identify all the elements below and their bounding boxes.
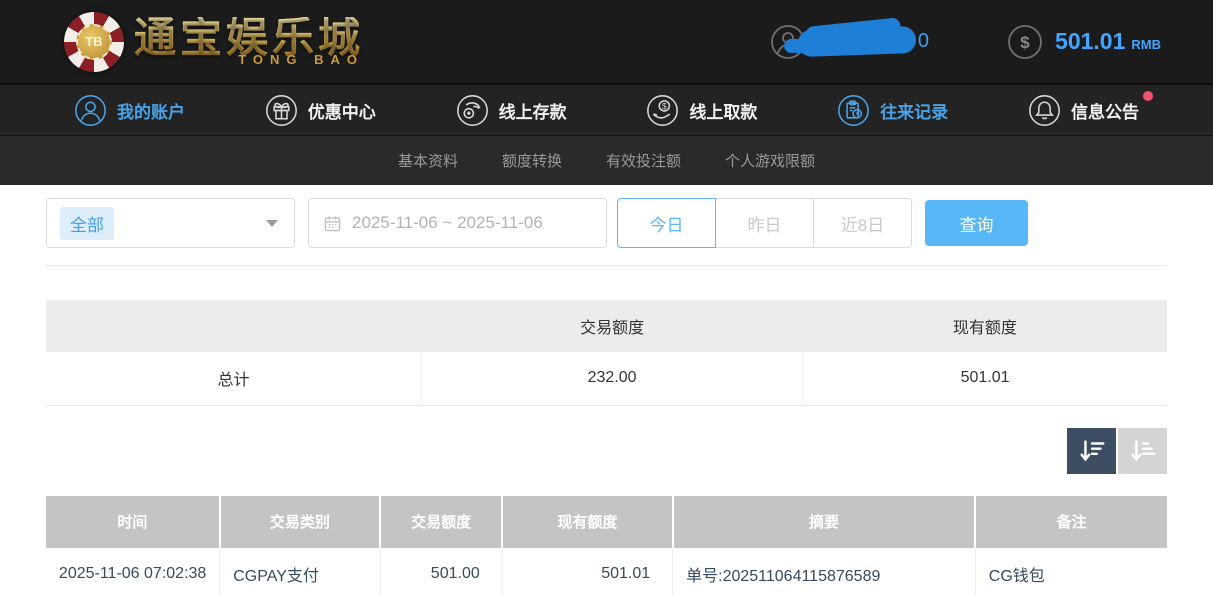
summary-total-row: 总计 232.00 501.01: [46, 352, 1167, 405]
table-row: 2025-11-06 07:02:38 CGPAY支付 501.00 501.0…: [46, 548, 1167, 595]
nav-item-records[interactable]: 往来记录: [837, 94, 948, 127]
records-header-summary: 摘要: [673, 496, 976, 548]
summary-header-transaction-amount: 交易额度: [422, 300, 803, 352]
record-summary: 单号:202511064115876589: [673, 548, 976, 595]
quick-range-today[interactable]: 今日: [617, 198, 716, 248]
sort-descending-icon: [1077, 436, 1107, 466]
brand-logo[interactable]: TB 通宝娱乐城 TONG BAO: [64, 12, 364, 72]
section-divider: [46, 265, 1167, 266]
nav-label: 线上存款: [499, 98, 567, 123]
record-remark: CG钱包: [975, 548, 1167, 595]
records-header-type: 交易类别: [220, 496, 380, 548]
records-icon: [837, 94, 870, 127]
username-visible-suffix: 0: [918, 30, 929, 53]
nav-label: 优惠中心: [308, 98, 376, 123]
nav-label: 线上取款: [689, 98, 757, 123]
records-header-balance: 现有额度: [502, 496, 672, 548]
sort-controls: [46, 428, 1167, 474]
nav-item-deposit[interactable]: 线上存款: [456, 94, 567, 127]
calendar-icon: [323, 214, 342, 233]
quick-range-last8days[interactable]: 近8日: [813, 198, 912, 248]
records-header-row: 时间 交易类别 交易额度 现有额度 摘要 备注: [46, 496, 1167, 548]
summary-table: 交易额度 现有额度 总计 232.00 501.01: [46, 300, 1167, 406]
records-table: 时间 交易类别 交易额度 现有额度 摘要 备注 2025-11-06 07:02…: [46, 496, 1167, 595]
type-select[interactable]: 全部: [46, 198, 295, 248]
nav-label: 往来记录: [880, 98, 948, 123]
nav-item-announcements[interactable]: 信息公告: [1028, 94, 1139, 127]
sub-nav: 基本资料 额度转换 有效投注额 个人游戏限额: [0, 136, 1213, 185]
summary-transaction-amount: 232.00: [422, 352, 803, 405]
withdraw-icon: $: [646, 94, 679, 127]
chevron-down-icon: [266, 220, 278, 227]
svg-text:$: $: [1020, 33, 1030, 52]
gift-icon: [265, 94, 298, 127]
records-header-time: 时间: [46, 496, 220, 548]
date-range-input[interactable]: 2025-11-06 ~ 2025-11-06: [308, 198, 607, 248]
svg-text:$: $: [662, 102, 667, 111]
brand-name-en: TONG BAO: [238, 53, 364, 66]
nav-item-my-account[interactable]: 我的账户: [74, 94, 185, 127]
balance-currency: RMB: [1131, 37, 1161, 52]
sort-ascending-icon: [1128, 436, 1158, 466]
summary-total-label: 总计: [46, 352, 422, 405]
summary-header-row: 交易额度 现有额度: [46, 300, 1167, 352]
records-header-amount: 交易额度: [380, 496, 502, 548]
balance-display: $ 501.01 RMB: [1007, 24, 1161, 60]
type-select-value: 全部: [60, 207, 114, 240]
casino-chip-icon: TB: [64, 12, 124, 72]
summary-current-amount: 501.01: [803, 352, 1167, 405]
user-icon: [74, 94, 107, 127]
nav-item-withdraw[interactable]: $ 线上取款: [646, 94, 757, 127]
content-area: 全部 2025-11-06 ~ 2025-11-06 今日 昨日 近8日 查询: [0, 198, 1213, 595]
deposit-icon: [456, 94, 489, 127]
record-amount: 501.00: [380, 548, 502, 595]
date-range-value: 2025-11-06 ~ 2025-11-06: [352, 213, 543, 233]
balance-amount: 501.01: [1055, 28, 1125, 54]
nav-label: 信息公告: [1071, 98, 1139, 123]
record-time: 2025-11-06 07:02:38: [46, 548, 220, 595]
nav-label: 我的账户: [117, 98, 185, 123]
sort-ascending-button[interactable]: [1118, 428, 1167, 474]
filter-row: 全部 2025-11-06 ~ 2025-11-06 今日 昨日 近8日 查询: [46, 198, 1167, 248]
nav-item-promotions[interactable]: 优惠中心: [265, 94, 376, 127]
records-header-remark: 备注: [975, 496, 1167, 548]
record-balance: 501.01: [502, 548, 672, 595]
redacted-username-scribble: [797, 26, 916, 57]
top-header: TB 通宝娱乐城 TONG BAO 0 $: [0, 0, 1213, 85]
main-nav: 我的账户 优惠中心 线上存款 $ 线上取款: [0, 85, 1213, 136]
dollar-coin-icon: $: [1007, 24, 1043, 60]
subnav-item-game-limits[interactable]: 个人游戏限额: [725, 150, 815, 171]
query-button[interactable]: 查询: [925, 200, 1028, 246]
chip-label: TB: [76, 24, 112, 60]
summary-header-empty: [46, 300, 422, 352]
subnav-item-credit-transfer[interactable]: 额度转换: [502, 150, 562, 171]
sort-descending-button[interactable]: [1067, 428, 1116, 474]
notification-dot: [1143, 91, 1153, 101]
subnav-item-valid-bets[interactable]: 有效投注额: [606, 150, 681, 171]
user-account[interactable]: 0: [770, 24, 929, 60]
quick-range-group: 今日 昨日 近8日: [617, 198, 912, 248]
bell-icon: [1028, 94, 1061, 127]
summary-header-current-amount: 现有额度: [803, 300, 1167, 352]
subnav-item-basic-info[interactable]: 基本资料: [398, 150, 458, 171]
record-type: CGPAY支付: [220, 548, 380, 595]
quick-range-yesterday[interactable]: 昨日: [715, 198, 814, 248]
